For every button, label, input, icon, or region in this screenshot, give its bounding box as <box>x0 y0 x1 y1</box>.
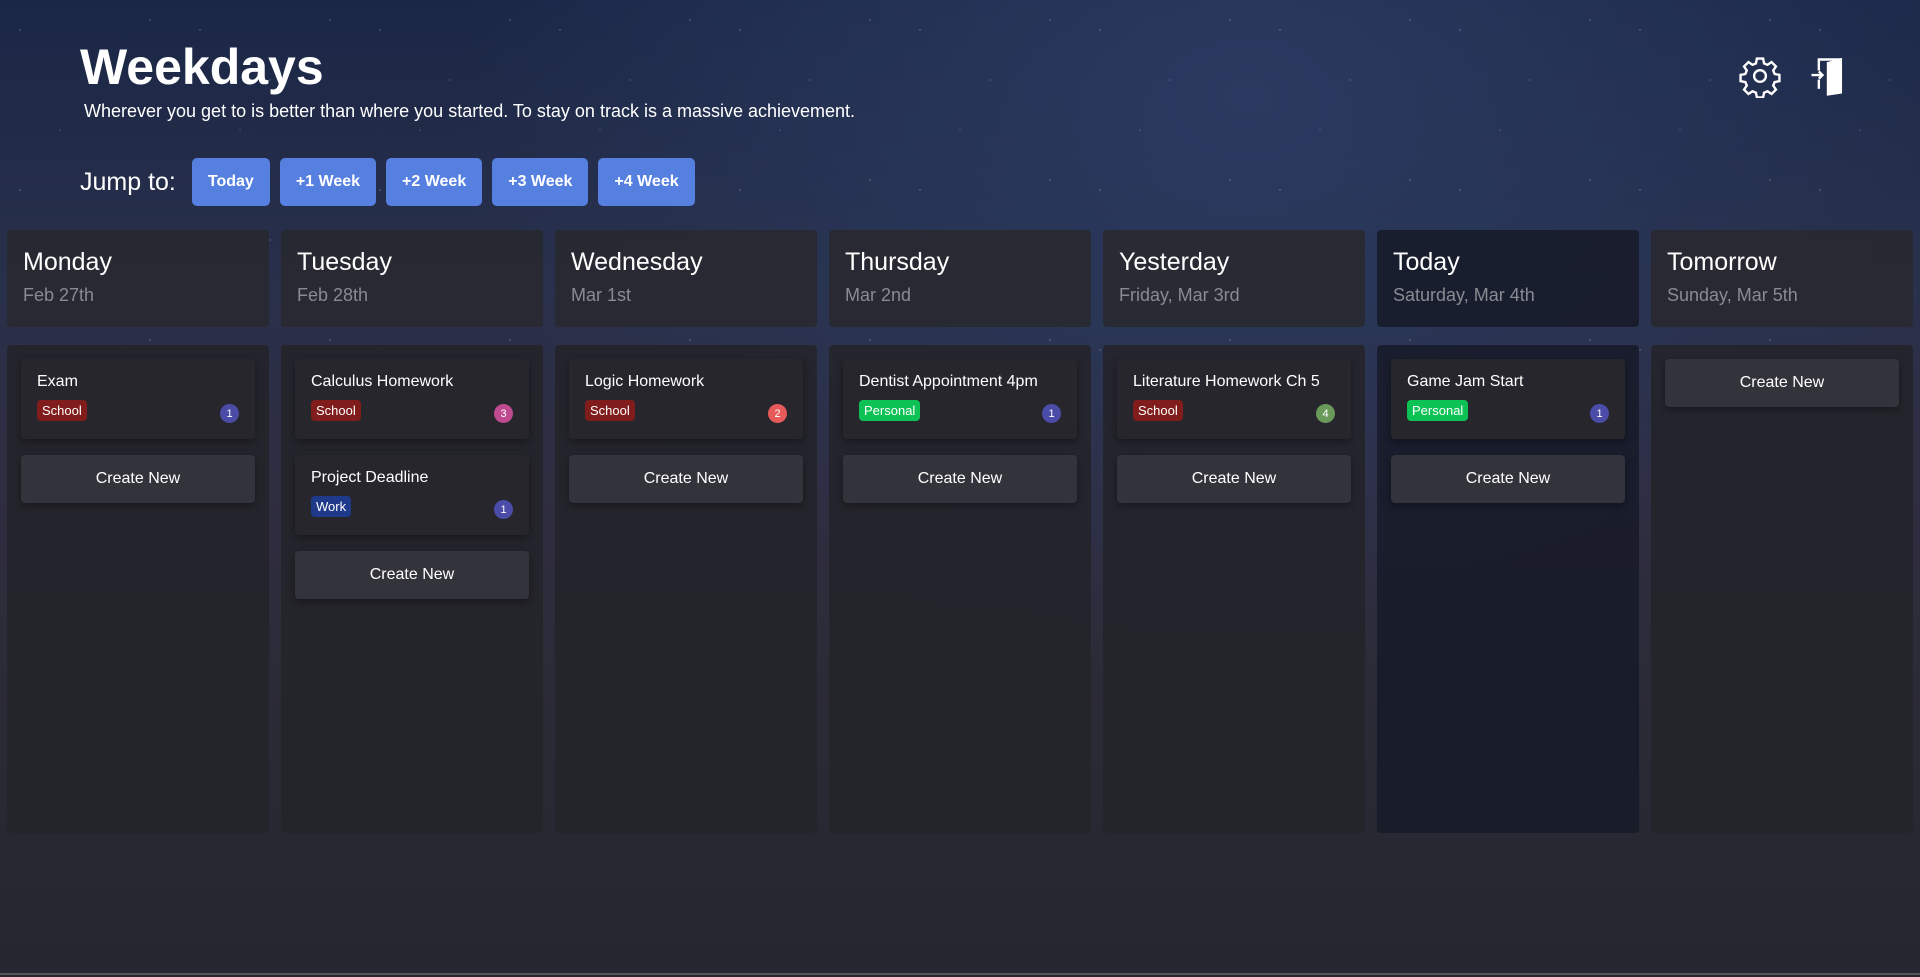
jump-label: Jump to: <box>80 167 176 196</box>
create-new-button[interactable]: Create New <box>1391 455 1625 503</box>
create-new-button[interactable]: Create New <box>21 455 255 503</box>
jump-today-button[interactable]: Today <box>191 158 270 206</box>
task-card[interactable]: Exam School 1 <box>21 359 255 439</box>
gear-icon[interactable] <box>1738 54 1782 103</box>
day-task-list: Exam School 1 Create New <box>7 345 269 833</box>
day-title: Yesterday <box>1119 248 1230 276</box>
day-title: Thursday <box>845 248 950 276</box>
day-column: Monday Feb 27th Exam School 1 Create New <box>7 230 269 833</box>
create-new-button[interactable]: Create New <box>1117 455 1351 503</box>
divider <box>0 973 1920 975</box>
task-count-badge: 1 <box>1042 404 1061 423</box>
day-header: Tuesday Feb 28th <box>281 230 543 327</box>
logout-door-icon[interactable] <box>1806 54 1850 103</box>
day-header: Thursday Mar 2nd <box>829 230 1091 327</box>
create-new-button[interactable]: Create New <box>843 455 1077 503</box>
header-icons <box>1738 54 1850 103</box>
day-header: Monday Feb 27th <box>7 230 269 327</box>
day-date: Mar 1st <box>571 285 632 305</box>
jump-1-week-button[interactable]: +1 Week <box>279 158 377 206</box>
day-task-list: Calculus Homework School 3 Project Deadl… <box>281 345 543 833</box>
day-date: Mar 2nd <box>845 285 912 305</box>
task-count-badge: 1 <box>220 404 239 423</box>
day-task-list: Game Jam Start Personal 1 Create New <box>1377 345 1639 833</box>
task-title: Literature Homework Ch 5 <box>1133 373 1320 390</box>
task-count-badge: 4 <box>1316 404 1335 423</box>
day-task-list: Logic Homework School 2 Create New <box>555 345 817 833</box>
task-title: Dentist Appointment 4pm <box>859 373 1038 390</box>
task-card[interactable]: Dentist Appointment 4pm Personal 1 <box>843 359 1077 439</box>
task-title: Game Jam Start <box>1407 373 1524 390</box>
page-title: Weekdays <box>80 39 324 95</box>
day-date: Feb 27th <box>23 285 95 305</box>
task-card[interactable]: Literature Homework Ch 5 School 4 <box>1117 359 1351 439</box>
task-card[interactable]: Calculus Homework School 3 <box>295 359 529 439</box>
day-date: Saturday, Mar 4th <box>1393 285 1535 305</box>
day-date: Friday, Mar 3rd <box>1119 285 1240 305</box>
task-card[interactable]: Game Jam Start Personal 1 <box>1391 359 1625 439</box>
week-board: Monday Feb 27th Exam School 1 Create New … <box>7 230 1913 833</box>
create-new-button[interactable]: Create New <box>295 551 529 599</box>
day-column: Thursday Mar 2nd Dentist Appointment 4pm… <box>829 230 1091 833</box>
task-title: Project Deadline <box>311 469 429 486</box>
day-title: Tomorrow <box>1667 248 1777 276</box>
day-title: Today <box>1393 248 1460 276</box>
task-count-badge: 3 <box>494 404 513 423</box>
day-column: Wednesday Mar 1st Logic Homework School … <box>555 230 817 833</box>
day-title: Monday <box>23 248 112 276</box>
task-tag: School <box>1133 400 1183 421</box>
task-count-badge: 2 <box>768 404 787 423</box>
task-title: Exam <box>37 373 78 390</box>
jump-3-week-button[interactable]: +3 Week <box>492 158 589 206</box>
day-column: Yesterday Friday, Mar 3rd Literature Hom… <box>1103 230 1365 833</box>
page-subtitle: Wherever you get to is better than where… <box>84 101 856 121</box>
day-column: Tomorrow Sunday, Mar 5th Create New <box>1651 230 1913 833</box>
task-tag: School <box>585 400 635 421</box>
day-task-list: Create New <box>1651 345 1913 833</box>
task-tag: Personal <box>1407 400 1469 421</box>
task-card[interactable]: Project Deadline Work 1 <box>295 455 529 535</box>
task-title: Calculus Homework <box>311 373 454 390</box>
create-new-button[interactable]: Create New <box>569 455 803 503</box>
day-date: Feb 28th <box>297 285 369 305</box>
day-header: Today Saturday, Mar 4th <box>1377 230 1639 327</box>
day-task-list: Literature Homework Ch 5 School 4 Create … <box>1103 345 1365 833</box>
task-tag: Work <box>311 496 352 517</box>
day-header: Wednesday Mar 1st <box>555 230 817 327</box>
task-tag: Personal <box>859 400 921 421</box>
day-header: Tomorrow Sunday, Mar 5th <box>1651 230 1913 327</box>
day-header: Yesterday Friday, Mar 3rd <box>1103 230 1365 327</box>
day-task-list: Dentist Appointment 4pm Personal 1 Create… <box>829 345 1091 833</box>
task-count-badge: 1 <box>494 500 513 519</box>
task-title: Logic Homework <box>585 373 705 390</box>
day-column: Tuesday Feb 28th Calculus Homework Schoo… <box>281 230 543 833</box>
jump-2-week-button[interactable]: +2 Week <box>386 158 483 206</box>
day-title: Tuesday <box>297 248 392 276</box>
task-tag: School <box>37 400 87 421</box>
create-new-button[interactable]: Create New <box>1665 359 1899 407</box>
jump-to-bar: Jump to: Today +1 Week +2 Week +3 Week +… <box>80 158 695 206</box>
task-tag: School <box>311 400 361 421</box>
day-column: Today Saturday, Mar 4th Game Jam Start P… <box>1377 230 1639 833</box>
task-count-badge: 1 <box>1590 404 1609 423</box>
jump-4-week-button[interactable]: +4 Week <box>598 158 695 206</box>
day-title: Wednesday <box>571 248 703 276</box>
task-card[interactable]: Logic Homework School 2 <box>569 359 803 439</box>
day-date: Sunday, Mar 5th <box>1667 285 1798 305</box>
